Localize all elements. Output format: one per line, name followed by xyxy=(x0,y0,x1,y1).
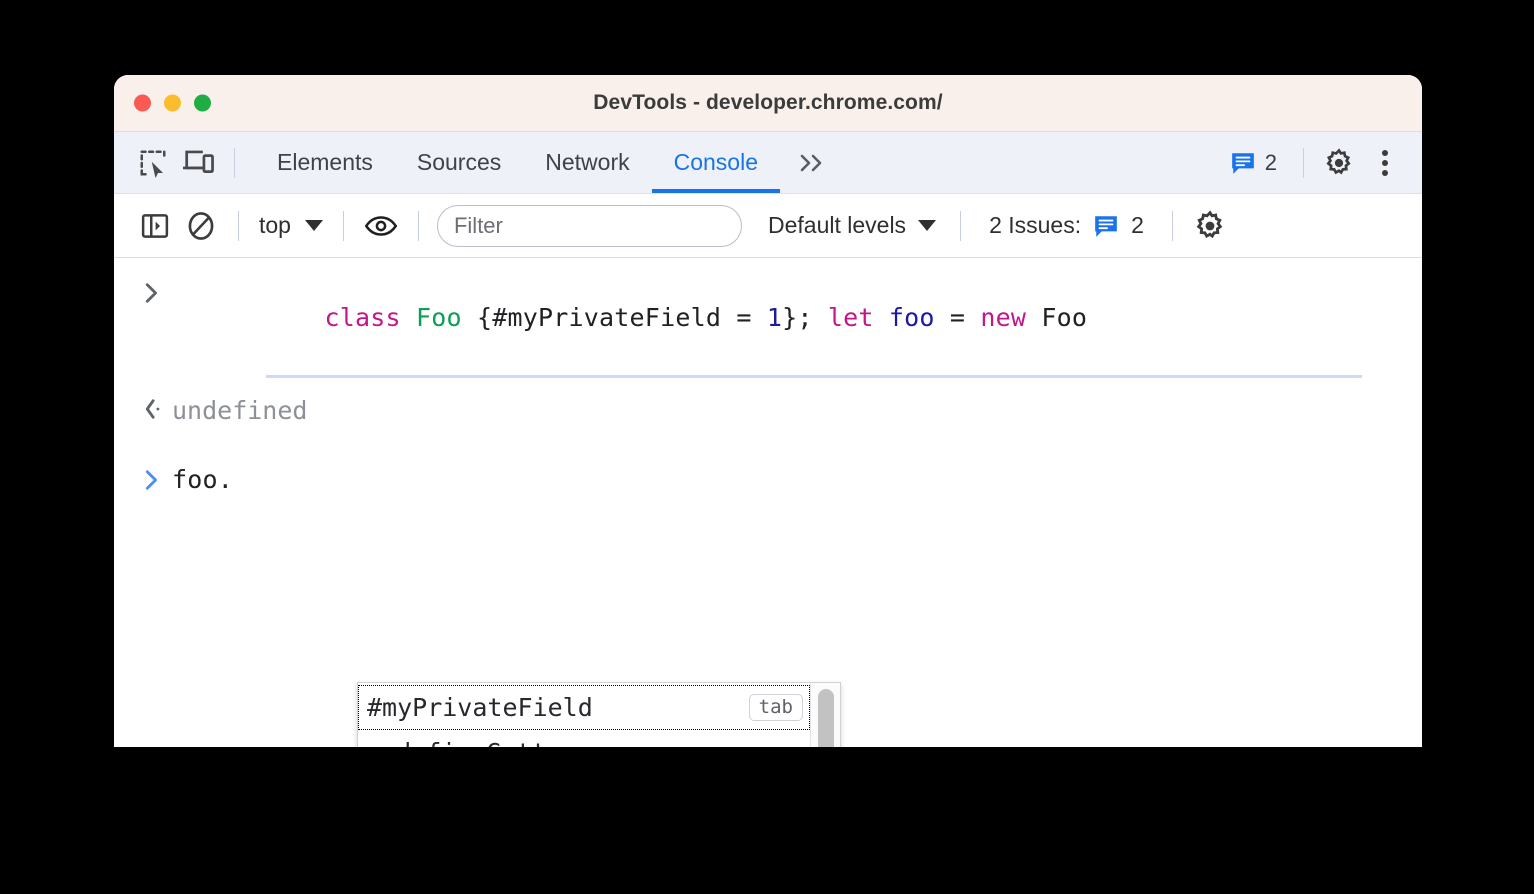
autocomplete-item[interactable]: __defineGetter__ xyxy=(358,730,810,747)
traffic-lights xyxy=(134,94,211,112)
settings-gear-icon[interactable] xyxy=(1316,140,1362,186)
device-toolbar-icon[interactable] xyxy=(176,140,222,186)
issues-icon xyxy=(1095,215,1117,237)
token-body-1: {#myPrivateField = xyxy=(461,303,767,332)
token-number: 1 xyxy=(766,303,783,332)
window-title: DevTools - developer.chrome.com/ xyxy=(593,91,943,114)
execution-context-selector[interactable]: top xyxy=(253,212,329,239)
token-constructor-ref: Foo xyxy=(1041,303,1088,332)
autocomplete-scrollbar-thumb[interactable] xyxy=(818,689,834,747)
inspect-element-icon[interactable] xyxy=(130,140,176,186)
toolbar-divider-4 xyxy=(960,210,962,241)
toolbar-divider-5 xyxy=(1171,210,1173,241)
toolbar-divider-1 xyxy=(238,210,239,241)
chevron-down-icon xyxy=(304,220,323,231)
autocomplete-item-selected[interactable]: #myPrivateField tab xyxy=(358,685,810,730)
tabbar-divider xyxy=(234,147,235,178)
live-expression-icon[interactable] xyxy=(358,203,404,249)
autocomplete-scrollbar[interactable] xyxy=(810,683,840,747)
autocomplete-item-label: #myPrivateField xyxy=(367,693,593,722)
tab-hint-badge: tab xyxy=(748,693,803,722)
screenshot-root: DevTools - developer.chrome.com/ Element… xyxy=(0,0,1534,894)
tab-sources[interactable]: Sources xyxy=(395,132,523,193)
console-output-row: undefined xyxy=(114,378,1422,441)
token-class-name: Foo xyxy=(416,303,462,332)
console-toolbar: top Filter Default levels 2 Issues: 2 xyxy=(114,194,1422,258)
issues-icon xyxy=(1231,152,1254,174)
more-options-icon[interactable] xyxy=(1362,140,1408,186)
devtools-tabbar: Elements Sources Network Console 2 xyxy=(114,132,1422,194)
output-result-icon xyxy=(132,396,172,422)
filter-input[interactable]: Filter xyxy=(436,204,742,247)
console-output-value: undefined xyxy=(172,396,308,425)
autocomplete-popup[interactable]: #myPrivateField tab __defineGetter__ __d… xyxy=(357,682,841,747)
toolbar-divider-3 xyxy=(417,210,419,241)
console-issues-link[interactable]: 2 Issues: 2 xyxy=(975,212,1158,239)
token-let-keyword: let xyxy=(827,303,889,332)
console-sidebar-icon[interactable] xyxy=(132,203,178,249)
execution-context-label: top xyxy=(259,212,291,238)
toolbar-divider-2 xyxy=(342,210,344,241)
issues-count: 2 xyxy=(1264,149,1277,175)
chevron-down-icon xyxy=(918,220,937,231)
log-levels-selector[interactable]: Default levels xyxy=(758,212,946,239)
tab-network[interactable]: Network xyxy=(523,132,651,193)
console-settings-gear-icon[interactable] xyxy=(1187,203,1233,249)
token-new-keyword: new xyxy=(980,303,1042,332)
token-class-keyword: class xyxy=(324,303,417,332)
window-titlebar: DevTools - developer.chrome.com/ xyxy=(114,75,1422,132)
input-prompt-icon xyxy=(132,280,172,306)
console-prompt-row[interactable]: foo. xyxy=(114,441,1422,493)
close-window-button[interactable] xyxy=(134,94,151,112)
issues-label: 2 Issues: xyxy=(989,212,1082,238)
autocomplete-list: #myPrivateField tab __defineGetter__ __d… xyxy=(358,683,810,747)
filter-placeholder: Filter xyxy=(453,212,503,238)
autocomplete-item-label: __defineGetter__ xyxy=(366,738,607,747)
issues-indicator[interactable]: 2 xyxy=(1216,150,1291,176)
token-equals: = xyxy=(934,303,981,332)
console-messages: class Foo {#myPrivateField = 1}; let foo… xyxy=(114,258,1422,747)
tabbar-right-divider xyxy=(1303,147,1304,178)
console-input-code: class Foo {#myPrivateField = 1}; let foo… xyxy=(172,280,1087,355)
more-tabs-icon[interactable] xyxy=(780,150,842,176)
clear-console-icon[interactable] xyxy=(178,203,224,249)
token-variable: foo xyxy=(888,303,935,332)
tabbar-actions: 2 xyxy=(1216,132,1408,193)
console-input-row[interactable]: class Foo {#myPrivateField = 1}; let foo… xyxy=(114,258,1422,375)
tab-elements[interactable]: Elements xyxy=(255,132,395,193)
token-body-2: }; xyxy=(782,303,828,332)
log-levels-label: Default levels xyxy=(767,212,907,238)
console-prompt-text: foo. xyxy=(172,465,234,494)
panel-tabs: Elements Sources Network Console xyxy=(255,132,842,193)
devtools-window: DevTools - developer.chrome.com/ Element… xyxy=(114,75,1422,747)
console-issues-count: 2 xyxy=(1131,212,1144,238)
maximize-window-button[interactable] xyxy=(194,94,211,112)
prompt-caret-icon xyxy=(132,467,172,493)
minimize-window-button[interactable] xyxy=(164,94,181,112)
tab-console[interactable]: Console xyxy=(651,132,781,193)
